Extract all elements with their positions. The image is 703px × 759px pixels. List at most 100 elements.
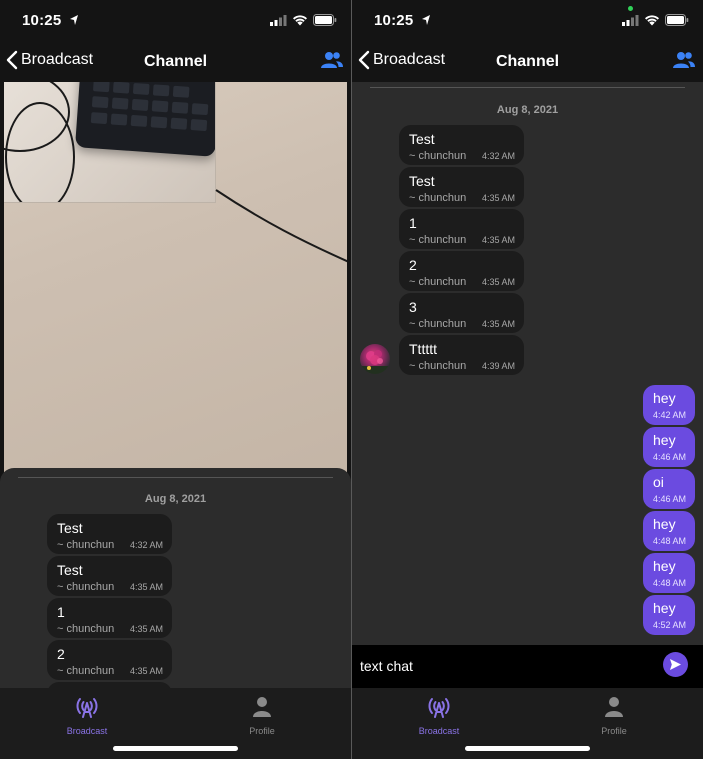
message-time: 4:39 AM [481, 361, 515, 371]
tab-profile[interactable]: Profile [564, 696, 664, 736]
status-time: 10:25 [374, 12, 414, 29]
chevron-left-icon [358, 50, 370, 70]
tab-broadcast[interactable]: Broadcast [389, 696, 489, 736]
navigation-bar: Broadcast Channel [352, 44, 703, 82]
my-message-bubble[interactable]: oi 4:46 AM [643, 469, 695, 509]
date-separator: Aug 8, 2021 [496, 104, 559, 116]
message-text: hey [653, 390, 676, 406]
cellular-signal-icon [270, 14, 287, 26]
status-time: 10:25 [22, 12, 62, 29]
message-bubble[interactable]: 2 ~ chunchun 4:35 AM [399, 251, 524, 291]
message-time: 4:35 AM [481, 277, 515, 287]
divider [370, 87, 685, 88]
status-icons [270, 14, 337, 26]
message-bubble[interactable]: Test ~ chunchun 4:32 AM [47, 514, 172, 554]
message-time: 4:35 AM [129, 582, 163, 592]
message-input[interactable] [360, 652, 650, 680]
my-message-bubble[interactable]: hey 4:52 AM [643, 595, 695, 635]
send-button[interactable] [663, 652, 688, 677]
message-text: hey [653, 600, 676, 616]
message-bubble[interactable]: 3 ~ chunchun 4:35 AM [399, 293, 524, 333]
message-bubble[interactable]: Tttttt ~ chunchun 4:39 AM [399, 335, 524, 375]
message-author: ~ chunchun [57, 665, 115, 677]
message-author: ~ chunchun [409, 276, 467, 288]
left-screen: 10:25 Broadcast Channel Aug 8, 2021 Test… [0, 0, 351, 759]
message-time: 4:48 AM [653, 536, 687, 546]
home-indicator [113, 746, 238, 751]
my-message-bubble[interactable]: hey 4:48 AM [643, 511, 695, 551]
wifi-icon [293, 15, 307, 26]
person-icon [605, 697, 623, 717]
message-text: 2 [57, 646, 65, 662]
message-text: Tttttt [409, 341, 437, 357]
message-time: 4:35 AM [129, 624, 163, 634]
message-text: 1 [409, 215, 417, 231]
people-icon [673, 52, 695, 68]
message-time: 4:32 AM [129, 540, 163, 550]
chat-panel: Aug 8, 2021 Test ~ chunchun 4:32 AM Test… [352, 82, 703, 645]
message-text: hey [653, 432, 676, 448]
shared-image[interactable] [4, 82, 347, 482]
message-author: ~ chunchun [57, 581, 115, 593]
message-time: 4:35 AM [129, 666, 163, 676]
status-icons [622, 14, 689, 26]
message-text: hey [653, 516, 676, 532]
message-time: 4:48 AM [653, 578, 687, 588]
message-time: 4:35 AM [481, 319, 515, 329]
back-button[interactable]: Broadcast [6, 50, 93, 70]
members-button[interactable] [321, 51, 343, 74]
message-bubble[interactable]: 1 ~ chunchun 4:35 AM [47, 598, 172, 638]
chat-panel: Aug 8, 2021 Test ~ chunchun 4:32 AM Test… [0, 468, 351, 689]
avatar[interactable] [360, 344, 390, 374]
message-bubble[interactable]: 1 ~ chunchun 4:35 AM [399, 209, 524, 249]
message-text: 3 [409, 299, 417, 315]
wifi-icon [645, 15, 659, 26]
right-screen: 10:25 Broadcast Channel Aug 8, 2021 Test… [352, 0, 703, 759]
message-text: Test [57, 562, 83, 578]
message-composer [352, 645, 703, 688]
message-text: Test [409, 131, 435, 147]
location-arrow-icon [70, 15, 78, 25]
date-separator: Aug 8, 2021 [144, 493, 207, 505]
message-author: ~ chunchun [409, 192, 467, 204]
members-button[interactable] [673, 51, 695, 74]
message-author: ~ chunchun [57, 539, 115, 551]
message-author: ~ chunchun [409, 150, 467, 162]
message-author: ~ chunchun [409, 360, 467, 372]
tab-label: Profile [601, 726, 627, 736]
home-indicator [465, 746, 590, 751]
message-time: 4:42 AM [653, 410, 687, 420]
message-bubble[interactable]: Test ~ chunchun 4:35 AM [399, 167, 524, 207]
status-bar: 10:25 [0, 0, 351, 44]
battery-icon [665, 14, 689, 26]
message-author: ~ chunchun [57, 623, 115, 635]
message-bubble[interactable]: 2 ~ chunchun 4:35 AM [47, 640, 172, 680]
tab-bar: Broadcast Profile [0, 688, 351, 759]
message-text: hey [653, 558, 676, 574]
tab-label: Profile [249, 726, 275, 736]
message-time: 4:32 AM [481, 151, 515, 161]
broadcast-icon [428, 698, 450, 718]
tab-profile[interactable]: Profile [212, 696, 312, 736]
my-message-bubble[interactable]: hey 4:48 AM [643, 553, 695, 593]
message-bubble[interactable]: Test ~ chunchun 4:32 AM [399, 125, 524, 165]
person-icon [253, 697, 271, 717]
my-message-bubble[interactable]: hey 4:42 AM [643, 385, 695, 425]
send-icon [670, 659, 681, 670]
mic-indicator-dot [628, 6, 633, 11]
message-bubble[interactable]: Test ~ chunchun 4:35 AM [47, 556, 172, 596]
location-arrow-icon [422, 15, 430, 25]
back-button[interactable]: Broadcast [358, 50, 445, 70]
flower-photo [360, 350, 390, 374]
status-bar: 10:25 [352, 0, 703, 44]
navigation-bar: Broadcast Channel [0, 44, 351, 82]
tab-label: Broadcast [418, 726, 460, 736]
back-button-label: Broadcast [373, 51, 446, 68]
tab-label: Broadcast [66, 726, 108, 736]
chevron-left-icon [6, 50, 18, 70]
message-time: 4:52 AM [653, 620, 687, 630]
message-time: 4:46 AM [653, 494, 687, 504]
message-text: Test [57, 520, 83, 536]
my-message-bubble[interactable]: hey 4:46 AM [643, 427, 695, 467]
tab-broadcast[interactable]: Broadcast [37, 696, 137, 736]
